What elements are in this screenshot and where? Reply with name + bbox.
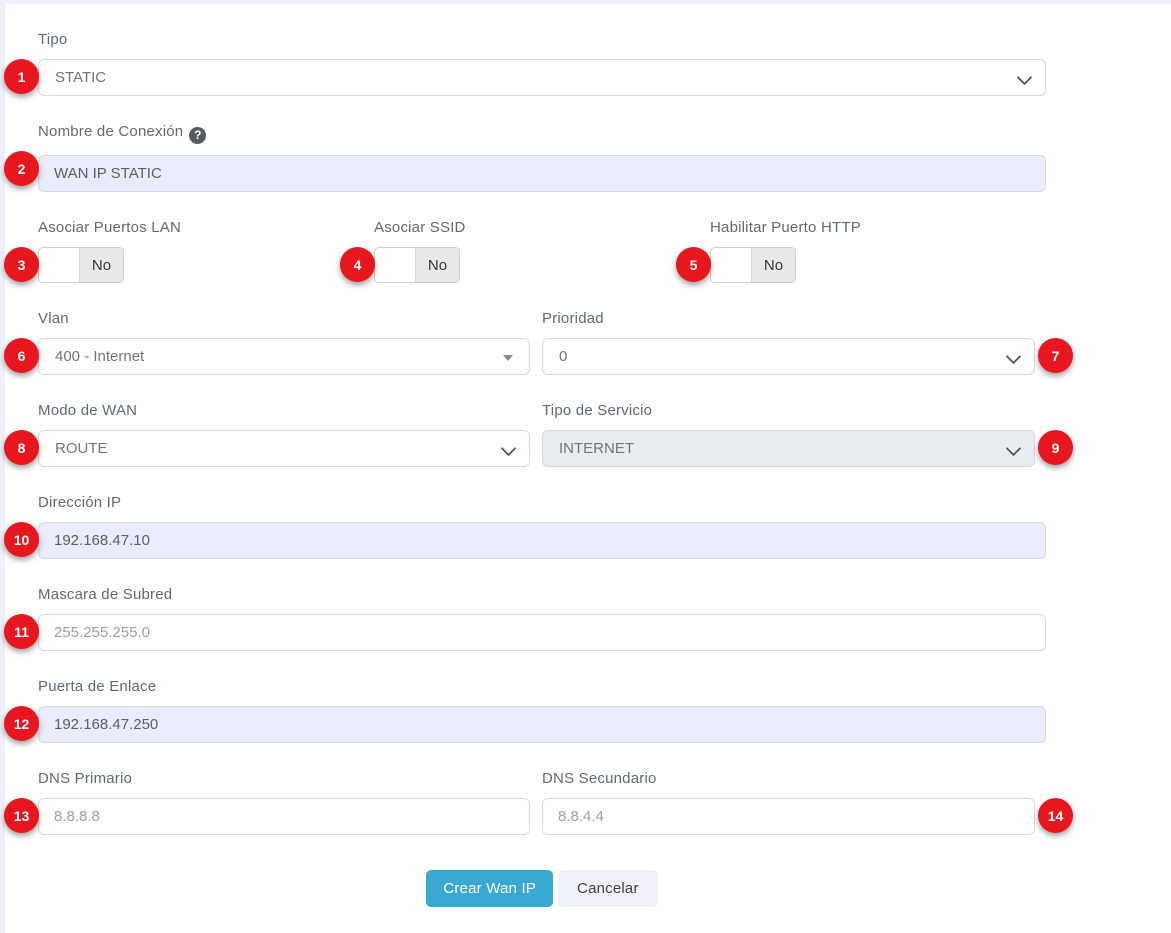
field-vlan: Vlan 400 - Internet 6: [38, 310, 530, 375]
vlan-select[interactable]: 400 - Internet: [38, 338, 530, 375]
form-actions: Crear Wan IP Cancelar: [38, 870, 1046, 907]
nombre-conexion-label: Nombre de Conexión?: [38, 123, 1046, 144]
annotation-badge-6: 6: [4, 338, 39, 373]
vlan-label: Vlan: [38, 310, 530, 327]
toggle-handle: [39, 248, 80, 282]
annotation-badge-13: 13: [4, 798, 39, 833]
annotation-badge-9: 9: [1038, 430, 1073, 465]
tipo-servicio-selected-value: INTERNET: [559, 440, 1018, 457]
tipo-label: Tipo: [38, 31, 1046, 48]
tipo-servicio-label: Tipo de Servicio: [542, 402, 1035, 419]
dns-secundario-label: DNS Secundario: [542, 770, 1035, 787]
annotation-badge-10: 10: [4, 522, 39, 557]
field-mascara-subred: Mascara de Subred 11: [38, 586, 1046, 651]
annotation-badge-2: 2: [4, 151, 39, 186]
puerta-enlace-label: Puerta de Enlace: [38, 678, 1046, 695]
nombre-conexion-input[interactable]: [38, 155, 1046, 192]
field-dns-primario: DNS Primario 13: [38, 770, 530, 835]
annotation-badge-12: 12: [4, 706, 39, 741]
annotation-badge-7: 7: [1038, 338, 1073, 373]
habilitar-puerto-http-toggle[interactable]: No: [710, 247, 796, 283]
field-asociar-puertos-lan: Asociar Puertos LAN No 3: [38, 219, 374, 283]
field-tipo-servicio: Tipo de Servicio INTERNET 9: [542, 402, 1035, 467]
tipo-selected-value: STATIC: [55, 69, 1029, 86]
toggle-off-label: No: [80, 248, 123, 282]
asociar-ssid-toggle[interactable]: No: [374, 247, 460, 283]
modo-wan-select[interactable]: ROUTE: [38, 430, 530, 467]
tipo-select[interactable]: STATIC: [38, 59, 1046, 96]
modo-wan-selected-value: ROUTE: [55, 440, 513, 457]
annotation-badge-11: 11: [4, 614, 39, 649]
toggle-row: Asociar Puertos LAN No 3 Asociar SSID No…: [38, 219, 1046, 283]
field-direccion-ip: Dirección IP 10: [38, 494, 1046, 559]
annotation-badge-14: 14: [1038, 798, 1073, 833]
vlan-prioridad-row: Vlan 400 - Internet 6 Prioridad 0 7: [38, 310, 1046, 375]
asociar-ssid-label: Asociar SSID: [374, 219, 710, 236]
dns-primario-label: DNS Primario: [38, 770, 530, 787]
modo-wan-label: Modo de WAN: [38, 402, 530, 419]
toggle-handle: [375, 248, 416, 282]
crear-wan-ip-button[interactable]: Crear Wan IP: [426, 870, 553, 907]
annotation-badge-5: 5: [676, 247, 711, 282]
puerta-enlace-input[interactable]: [38, 706, 1046, 743]
dns-secundario-input[interactable]: [542, 798, 1035, 835]
question-circle-icon[interactable]: ?: [189, 127, 206, 144]
toggle-off-label: No: [416, 248, 459, 282]
nombre-conexion-label-text: Nombre de Conexión: [38, 123, 183, 140]
field-puerta-enlace: Puerta de Enlace 12: [38, 678, 1046, 743]
field-nombre-conexion: Nombre de Conexión? 2: [38, 123, 1046, 192]
annotation-badge-8: 8: [4, 430, 39, 465]
caret-down-icon: [503, 355, 513, 361]
field-asociar-ssid: Asociar SSID No 4: [374, 219, 710, 283]
field-dns-secundario: DNS Secundario 14: [542, 770, 1035, 835]
mascara-subred-input[interactable]: [38, 614, 1046, 651]
field-tipo: Tipo STATIC 1: [38, 31, 1046, 96]
direccion-ip-label: Dirección IP: [38, 494, 1046, 511]
prioridad-label: Prioridad: [542, 310, 1035, 327]
vlan-selected-value: 400 - Internet: [55, 348, 513, 365]
mascara-subred-label: Mascara de Subred: [38, 586, 1046, 603]
field-habilitar-puerto-http: Habilitar Puerto HTTP No 5: [710, 219, 1046, 283]
annotation-badge-3: 3: [4, 247, 39, 282]
modo-servicio-row: Modo de WAN ROUTE 8 Tipo de Servicio INT…: [38, 402, 1046, 467]
asociar-puertos-lan-toggle[interactable]: No: [38, 247, 124, 283]
direccion-ip-input[interactable]: [38, 522, 1046, 559]
prioridad-select[interactable]: 0: [542, 338, 1035, 375]
cancelar-button[interactable]: Cancelar: [558, 870, 658, 907]
annotation-badge-1: 1: [4, 59, 39, 94]
asociar-puertos-lan-label: Asociar Puertos LAN: [38, 219, 374, 236]
annotation-badge-4: 4: [340, 247, 375, 282]
tipo-servicio-select: INTERNET: [542, 430, 1035, 467]
field-modo-wan: Modo de WAN ROUTE 8: [38, 402, 530, 467]
habilitar-puerto-http-label: Habilitar Puerto HTTP: [710, 219, 1046, 236]
dns-row: DNS Primario 13 DNS Secundario 14: [38, 770, 1046, 835]
toggle-off-label: No: [752, 248, 795, 282]
dns-primario-input[interactable]: [38, 798, 530, 835]
field-prioridad: Prioridad 0 7: [542, 310, 1035, 375]
toggle-handle: [711, 248, 752, 282]
prioridad-selected-value: 0: [559, 348, 1018, 365]
form-panel: Tipo STATIC 1 Nombre de Conexión? 2 Asoc…: [5, 4, 1171, 933]
wan-ip-form: Tipo STATIC 1 Nombre de Conexión? 2 Asoc…: [38, 31, 1046, 907]
